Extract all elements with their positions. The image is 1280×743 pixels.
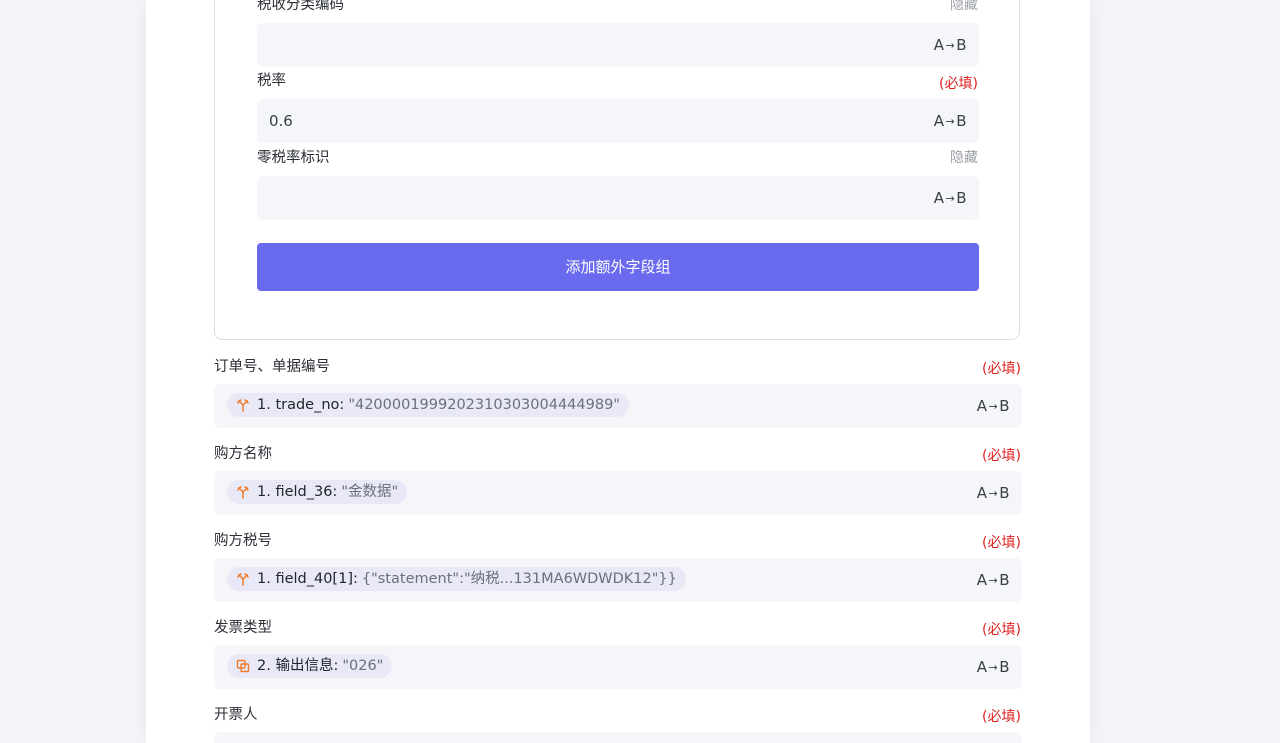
ab-b: B [999,571,1010,589]
required-tag: (必填) [939,76,978,92]
order-no-input[interactable]: 1. trade_no: "42000019992023103030044449… [214,384,1022,428]
add-extra-field-group-button[interactable]: 添加额外字段组 [257,243,979,291]
branch-icon [237,573,249,586]
ab-a: A [933,112,945,130]
arrow-right-icon: → [988,400,999,413]
ab-a: A [976,658,988,676]
field-label-order-no: 订单号、单据编号 [214,359,330,375]
required-tag: (必填) [982,448,1021,464]
chip-key: 1. trade_no: [257,397,345,413]
buyer-name-input[interactable]: 1. field_36: "金数据" A→B [214,471,1022,515]
ab-a: A [976,484,988,502]
arrow-right-icon: → [945,115,956,128]
field-label-drawer: 开票人 [214,707,258,723]
branch-icon [237,399,249,412]
ab-b: B [999,484,1010,502]
required-tag: (必填) [982,535,1021,551]
field-value: 0.6 [269,112,293,130]
chip-value: "金数据" [341,484,399,500]
ab-mapping-toggle[interactable]: A→B [934,23,967,69]
ab-b: B [956,36,967,54]
chip-key: 2. 输出信息: [257,658,339,674]
chip-value: "026" [342,658,384,674]
ab-mapping-toggle[interactable]: A→B [934,176,967,222]
ab-mapping-toggle[interactable]: A→B [977,645,1010,691]
variable-chip[interactable]: 1. trade_no: "42000019992023103030044449… [227,393,629,417]
ab-a: A [933,189,945,207]
buyer-tax-id-input[interactable]: 1. field_40[1]: {"statement":"纳税...131MA… [214,558,1022,602]
field-label-buyer-tax-id: 购方税号 [214,533,272,549]
hidden-tag[interactable]: 隐藏 [950,0,978,14]
ab-mapping-toggle[interactable]: A→B [934,99,967,145]
ab-a: A [933,36,945,54]
branch-icon [237,486,249,499]
drawer-input[interactable] [214,732,1022,743]
tax-rate-input[interactable]: 0.6 A→B [257,99,979,143]
ab-a: A [976,397,988,415]
field-label-tax-category-code: 税收分类编码 [257,0,344,13]
required-tag: (必填) [982,709,1021,725]
invoice-type-input[interactable]: 2. 输出信息: "026" A→B [214,645,1022,689]
arrow-right-icon: → [945,192,956,205]
field-label-invoice-type: 发票类型 [214,620,272,636]
required-tag: (必填) [982,622,1021,638]
field-label-zero-rate-flag: 零税率标识 [257,150,330,166]
ab-a: A [976,571,988,589]
variable-chip[interactable]: 2. 输出信息: "026" [227,654,393,678]
variable-chip[interactable]: 1. field_36: "金数据" [227,480,408,504]
ab-b: B [956,189,967,207]
arrow-right-icon: → [945,39,956,52]
hidden-tag[interactable]: 隐藏 [950,149,978,167]
arrow-right-icon: → [988,574,999,587]
zero-rate-flag-input[interactable]: A→B [257,176,979,220]
arrow-right-icon: → [988,661,999,674]
field-label-buyer-name: 购方名称 [214,446,272,462]
chip-key: 1. field_36: [257,484,338,500]
ab-b: B [999,397,1010,415]
field-label-tax-rate: 税率 [257,73,286,89]
arrow-right-icon: → [988,487,999,500]
chip-key: 1. field_40[1]: [257,571,358,587]
ab-b: B [956,112,967,130]
chip-value: "4200001999202310303004444989" [348,397,620,413]
required-tag: (必填) [982,361,1021,377]
ab-mapping-toggle[interactable]: A→B [977,471,1010,517]
ab-mapping-toggle[interactable]: A→B [977,558,1010,604]
copy-icon [236,659,250,673]
ab-mapping-toggle[interactable]: A→B [977,384,1010,430]
ab-b: B [999,658,1010,676]
variable-chip[interactable]: 1. field_40[1]: {"statement":"纳税...131MA… [227,567,686,591]
chip-value: {"statement":"纳税...131MA6WDWDK12"}} [361,571,677,587]
tax-category-code-input[interactable]: A→B [257,23,979,67]
